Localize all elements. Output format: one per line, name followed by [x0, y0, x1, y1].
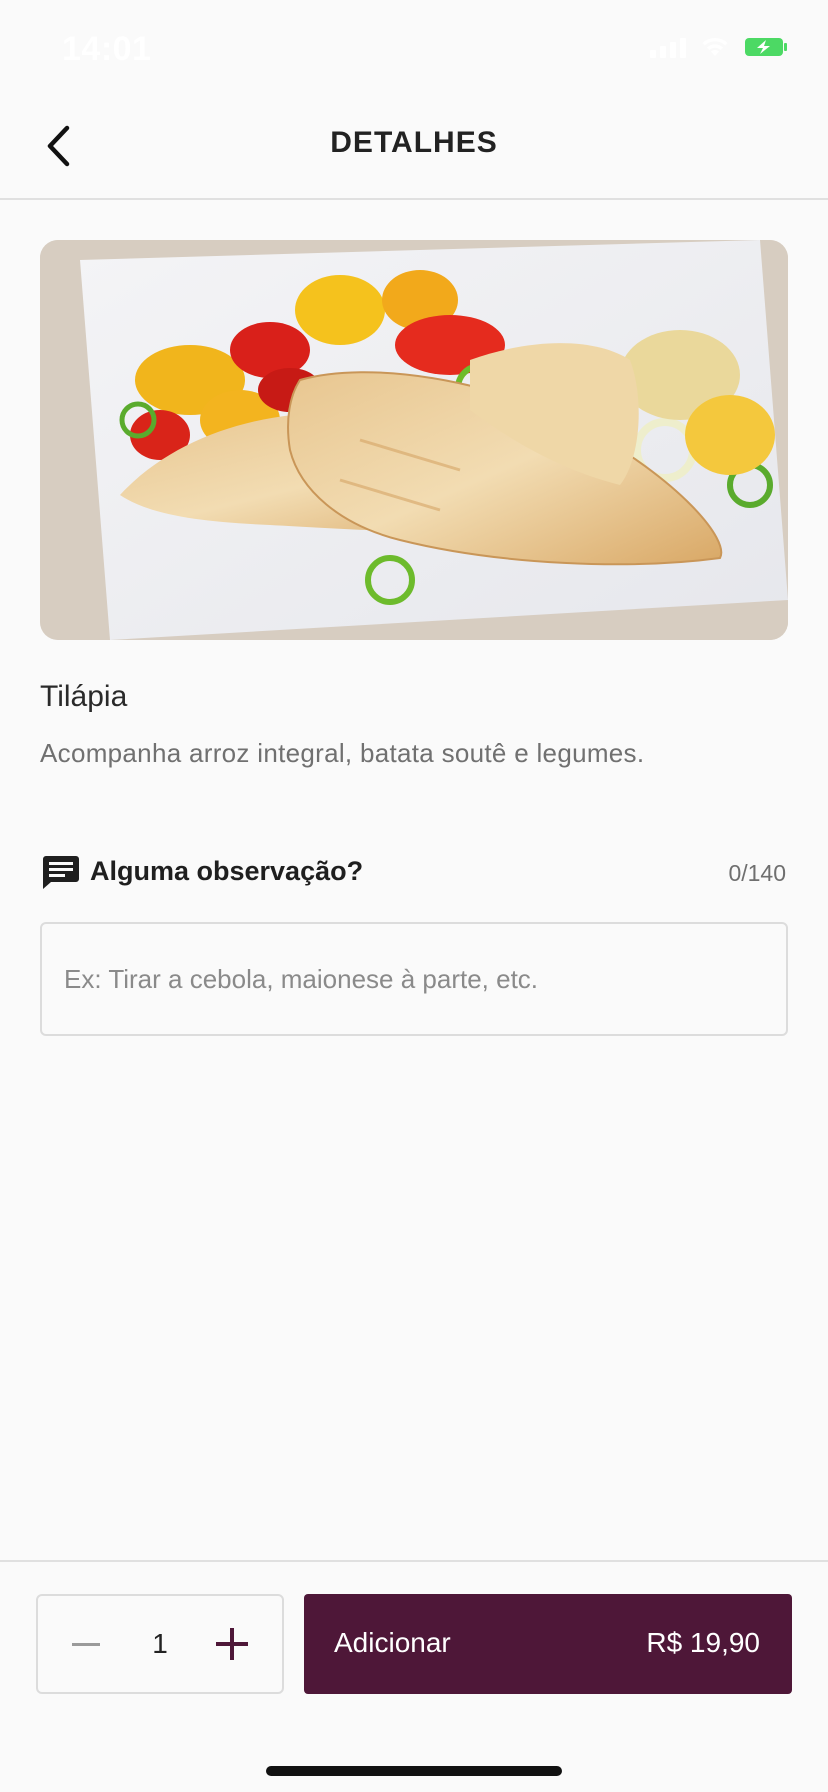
status-bar: 14:01: [0, 0, 828, 96]
wifi-icon: [700, 36, 730, 58]
battery-charging-icon: [744, 36, 788, 58]
quantity-stepper: 1: [36, 1594, 284, 1694]
observation-label: Alguma observação?: [90, 856, 364, 886]
navigation-header: DETALHES: [0, 96, 828, 200]
status-time: 14:01: [62, 30, 152, 68]
home-indicator: [266, 1766, 562, 1776]
product-description: Acompanha arroz integral, batata soutê e…: [40, 738, 645, 768]
observation-input[interactable]: [40, 922, 788, 1036]
bottom-bar: 1 Adicionar R$ 19,90: [0, 1560, 828, 1792]
product-image: [40, 240, 788, 640]
character-counter: 0/140: [728, 860, 786, 886]
observation-header: Alguma observação? 0/140: [40, 852, 788, 892]
comment-icon: [43, 856, 79, 889]
increase-quantity-button[interactable]: [212, 1624, 252, 1664]
status-icons: [650, 36, 788, 58]
add-button-price: R$ 19,90: [646, 1627, 760, 1658]
add-button-label: Adicionar: [334, 1627, 451, 1658]
signal-icon: [650, 36, 686, 58]
add-to-cart-button[interactable]: Adicionar R$ 19,90: [304, 1594, 792, 1694]
page-title: DETALHES: [330, 126, 498, 159]
product-name: Tilápia: [40, 680, 128, 713]
